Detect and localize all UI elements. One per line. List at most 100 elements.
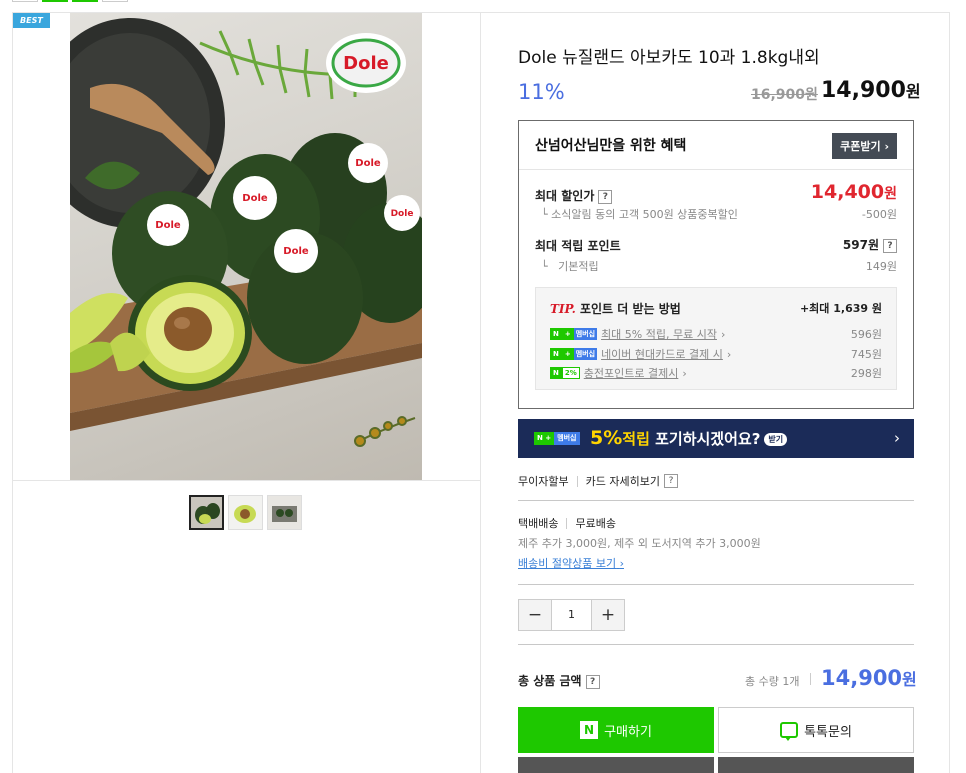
tip-title: TIP. 포인트 더 받는 방법 — [550, 300, 681, 317]
section-divider — [518, 644, 914, 645]
shipping-fee: 무료배송 — [575, 517, 616, 530]
original-price: 16,900원 — [751, 87, 818, 103]
max-discount-label-text: 최대 할인가 — [535, 189, 595, 203]
max-discount-price-value: 14,400 — [810, 181, 885, 203]
svg-text:Dole: Dole — [155, 220, 181, 231]
help-icon[interactable]: ? — [585, 674, 600, 689]
tip-row-text: 충전포인트로 결제시 — [583, 367, 679, 380]
top-chip[interactable] — [12, 0, 38, 2]
thumbnail-2[interactable] — [228, 495, 263, 530]
max-discount-price-unit: 원 — [884, 186, 897, 202]
tip-title-text: 포인트 더 받는 방법 — [579, 302, 681, 316]
membership-banner[interactable]: N + 멤버십 5%적립 포기하시겠어요? 받기 › — [518, 419, 914, 458]
shipping-saver-link-text: 배송비 절약상품 보기 — [518, 557, 617, 570]
badge-n: N — [550, 328, 562, 340]
chevron-right-icon: › — [726, 347, 732, 361]
installment-label: 무이자할부 — [518, 475, 569, 488]
quantity-stepper: − 1 + — [518, 599, 625, 631]
thumbnail-strip — [189, 495, 302, 530]
card-info-row: 무이자할부 카드 자세히보기 ? — [518, 473, 678, 489]
chevron-right-icon: › — [619, 557, 624, 570]
benefit-title: 산넘어산님만을 위한 혜택 — [535, 138, 687, 154]
banner-message: 포기하시겠어요? — [655, 430, 761, 448]
badge-n: N — [550, 348, 562, 360]
tree-branch-icon: └ — [541, 208, 552, 221]
help-icon[interactable]: ? — [598, 189, 613, 204]
total-label-text: 총 상품 금액 — [518, 674, 582, 688]
badge-plus: + — [561, 348, 574, 360]
card-detail-link[interactable]: 카드 자세히보기 — [586, 473, 660, 489]
dole-logo: Dole — [326, 33, 406, 93]
tip-row-hyundai-card[interactable]: N + 멤버십 네이버 현대카드로 결제 시 › — [550, 346, 731, 362]
total-label: 총 상품 금액? — [518, 672, 600, 689]
tree-branch-icon: └ — [541, 260, 559, 273]
quantity-plus-button[interactable]: + — [592, 600, 624, 630]
shipping-extra-fee: 제주 추가 3,000원, 제주 외 도서지역 추가 3,000원 — [518, 537, 761, 550]
talktalk-button-label: 톡톡문의 — [804, 724, 852, 740]
npay-membership-badge: N + 멤버십 — [550, 348, 598, 360]
cart-button[interactable] — [718, 757, 914, 773]
top-chip-green[interactable] — [42, 0, 68, 2]
thumbnail-image — [268, 496, 301, 529]
chevron-right-icon: › — [682, 366, 687, 380]
buy-button-label: 구매하기 — [604, 724, 652, 740]
tip-box: TIP. 포인트 더 받는 방법 +최대 1,639 원 N + 멤버십 최대 5%… — [535, 287, 897, 390]
total-quantity: 총 수량 1개 — [745, 675, 800, 688]
max-discount-diff: -500원 — [861, 208, 897, 221]
svg-text:Dole: Dole — [343, 53, 389, 74]
buy-button[interactable]: N 구매하기 — [518, 707, 714, 753]
chevron-right-icon: › — [894, 429, 900, 447]
best-badge: BEST — [13, 13, 50, 28]
section-divider — [518, 500, 914, 501]
shipping-type: 택배배송 — [518, 517, 559, 530]
thumbnail-image — [229, 496, 262, 529]
quantity-minus-button[interactable]: − — [519, 600, 551, 630]
thumbnail-image — [191, 497, 222, 528]
thumbnail-1[interactable] — [189, 495, 224, 530]
total-price-value: 14,900 — [821, 666, 903, 690]
max-points-value-text: 597원 — [842, 238, 879, 252]
tip-max-points: +최대 1,639 원 — [799, 302, 882, 315]
discount-rate: 11% — [518, 80, 565, 104]
banner-highlight: 5% — [590, 427, 623, 449]
image-divider — [12, 480, 481, 481]
wishlist-button[interactable] — [518, 757, 714, 773]
total-price: 14,900원 — [821, 666, 917, 690]
chevron-right-icon: › — [884, 140, 889, 153]
naver-n-icon: N — [580, 721, 599, 739]
help-icon[interactable]: ? — [663, 474, 678, 488]
tip-row-text: 네이버 현대카드로 결제 시 — [601, 348, 723, 361]
svg-text:Dole: Dole — [391, 209, 414, 219]
banner-text: 5%적립 포기하시겠어요? 받기 — [590, 427, 788, 449]
thumbnail-3[interactable] — [267, 495, 302, 530]
help-icon[interactable]: ? — [883, 238, 897, 253]
badge-m: 멤버십 — [573, 348, 598, 360]
benefit-divider — [519, 169, 913, 170]
product-main-image[interactable]: Dole Dole Dole Dole Dole Dole — [70, 13, 422, 480]
top-chip-green[interactable] — [72, 0, 98, 2]
tip-row-charge-points[interactable]: N 2% 충전포인트로 결제시 › — [550, 365, 687, 381]
tip-row-amount: 596원 — [850, 328, 882, 341]
chip-m: 멤버십 — [554, 432, 580, 445]
badge-m: 멤버십 — [573, 328, 598, 340]
shipping-saver-link[interactable]: 배송비 절약상품 보기 › — [518, 555, 624, 571]
badge-n: N — [550, 367, 562, 379]
total-price-unit: 원 — [902, 670, 917, 689]
npay-2pct-badge: N 2% — [550, 367, 580, 379]
max-discount-price: 14,400원 — [811, 181, 897, 203]
talktalk-button[interactable]: 톡톡문의 — [718, 707, 914, 753]
chat-bubble-icon — [780, 722, 799, 741]
tip-row-amount: 298원 — [850, 367, 882, 380]
banner-more-badge: 받기 — [764, 433, 788, 446]
max-points-label: 최대 적립 포인트 — [535, 239, 621, 253]
tip-row-membership[interactable]: N + 멤버십 최대 5% 적립, 무료 시작 › — [550, 326, 725, 342]
quantity-input[interactable]: 1 — [551, 600, 592, 630]
max-discount-note-text: 소식알림 동의 고객 500원 상품중복할인 — [551, 208, 738, 221]
sale-price: 14,900원 — [821, 78, 921, 103]
product-title: Dole 뉴질랜드 아보카도 10과 1.8kg내외 — [518, 48, 820, 68]
avocado-photo: Dole Dole Dole Dole Dole Dole — [70, 18, 422, 447]
svg-text:Dole: Dole — [283, 246, 309, 257]
top-chip[interactable] — [102, 0, 128, 2]
basic-points-label-text: 기본적립 — [558, 260, 599, 273]
coupon-button[interactable]: 쿠폰받기 › — [832, 133, 897, 159]
